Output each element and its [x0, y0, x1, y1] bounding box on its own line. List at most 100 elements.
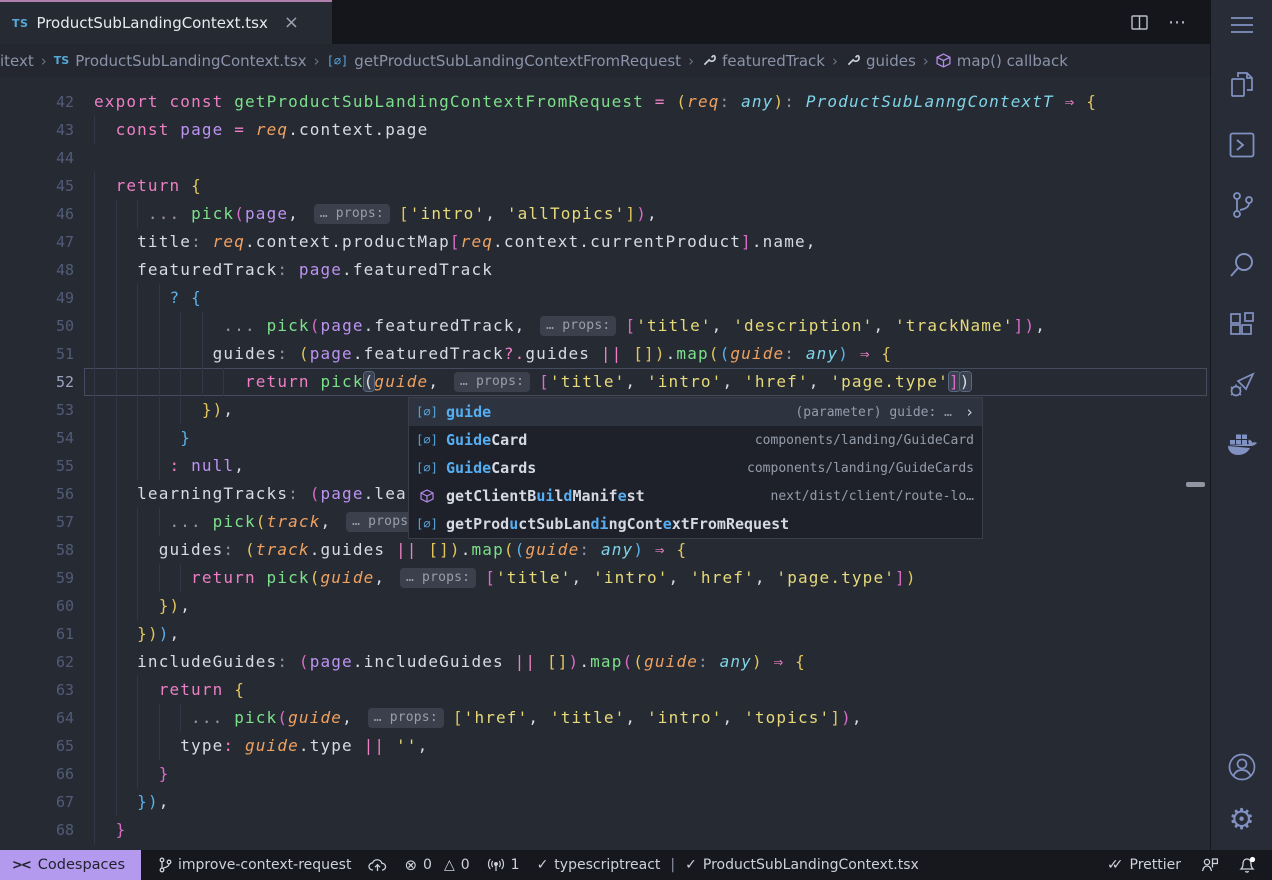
line-number: 58	[0, 536, 74, 564]
code-text: title: req.context.productMap[req.contex…	[94, 228, 817, 256]
code-line[interactable]: 44	[0, 144, 1210, 172]
code-line[interactable]: 51 guides: (page.featuredTrack?.guides |…	[0, 340, 1210, 368]
code-text: guides: (page.featuredTrack?.guides || […	[94, 340, 892, 368]
code-line[interactable]: 66 }	[0, 760, 1210, 788]
code-line[interactable]: 60 }),	[0, 592, 1210, 620]
code-text: featuredTrack: page.featuredTrack	[94, 256, 493, 284]
language-status[interactable]: ✓ typescriptreact | ✓ ProductSubLandingC…	[537, 857, 919, 873]
bell-icon[interactable]	[1238, 856, 1256, 874]
code-line[interactable]: 65 type: guide.type || '',	[0, 732, 1210, 760]
code-text: ... pick(track, … props:	[94, 508, 431, 536]
code-line[interactable]: 58 guides: (track.guides || []).map((gui…	[0, 536, 1210, 564]
code-text: return {	[94, 676, 245, 704]
suggest-item[interactable]: getClientBuildManifestnext/dist/client/r…	[409, 482, 982, 510]
feedback-icon[interactable]	[1201, 857, 1218, 873]
remote-indicator[interactable]: >< Codespaces	[0, 850, 141, 880]
inlay-hint: … props:	[454, 372, 530, 392]
suggest-label: GuideCard	[446, 431, 527, 449]
typescript-file-icon: TS	[12, 17, 28, 30]
line-number: 43	[0, 116, 74, 144]
code-line[interactable]: 43 const page = req.context.page	[0, 116, 1210, 144]
code-line[interactable]: 50 ... pick(page.featuredTrack, … props:…	[0, 312, 1210, 340]
line-number: 54	[0, 424, 74, 452]
line-number: 60	[0, 592, 74, 620]
code-text: ? {	[94, 284, 202, 312]
code-line[interactable]: 68 }	[0, 816, 1210, 844]
code-text: : null,	[94, 452, 245, 480]
run-debug-icon[interactable]	[1225, 368, 1259, 402]
code-text: return {	[94, 172, 202, 200]
chevron-right-icon[interactable]: ›	[965, 403, 974, 421]
suggest-widget: [∅]guide(parameter) guide: …›[∅]GuideCar…	[408, 397, 983, 539]
source-control-icon[interactable]	[1225, 188, 1259, 222]
line-number: 46	[0, 200, 74, 228]
menu-icon[interactable]	[1225, 8, 1259, 42]
code-line[interactable]: 67 }),	[0, 788, 1210, 816]
code-line[interactable]: 46 ... pick(page, … props:['intro', 'all…	[0, 200, 1210, 228]
split-editor-icon[interactable]	[1131, 15, 1148, 30]
code-text: learningTracks: (page.lea	[94, 480, 407, 508]
ports-status[interactable]: 1	[487, 857, 520, 873]
close-icon[interactable]: ×	[284, 14, 299, 32]
search-icon[interactable]	[1225, 248, 1259, 282]
warnings-icon: △	[444, 857, 455, 873]
inlay-hint: … props:	[540, 316, 616, 336]
breadcrumb-item[interactable]: itext	[0, 52, 34, 70]
code-line[interactable]: 52 return pick(guide, … props:['title', …	[0, 368, 1210, 396]
suggest-item[interactable]: [∅]getProductSubLandingContextFromReques…	[409, 510, 982, 538]
docker-icon[interactable]	[1225, 428, 1259, 462]
tab-active[interactable]: TS ProductSubLandingContext.tsx ×	[0, 0, 332, 44]
code-line[interactable]: 59 return pick(guide, … props:['title', …	[0, 564, 1210, 592]
scrollbar-thumb[interactable]	[1186, 482, 1205, 487]
line-number: 61	[0, 620, 74, 648]
suggest-detail: (parameter) guide: …	[795, 405, 952, 420]
line-number: 48	[0, 256, 74, 284]
suggest-item[interactable]: [∅]GuideCardscomponents/landing/GuideCar…	[409, 454, 982, 482]
codespaces-label: Codespaces	[38, 857, 125, 873]
code-text: return pick(guide, … props:['title', 'in…	[94, 368, 971, 396]
code-line[interactable]: 49 ? {	[0, 284, 1210, 312]
problems-status[interactable]: ⊗ 0 △ 0	[404, 856, 469, 874]
code-line[interactable]: 42export const getProductSubLandingConte…	[0, 88, 1210, 116]
suggest-label: guide	[446, 403, 491, 421]
code-line[interactable]: 63 return {	[0, 676, 1210, 704]
suggest-item[interactable]: [∅]GuideCardcomponents/landing/GuideCard	[409, 426, 982, 454]
code-text: export const getProductSubLandingContext…	[94, 88, 1097, 116]
code-line[interactable]: 47 title: req.context.productMap[req.con…	[0, 228, 1210, 256]
symbol-reference-icon: [∅]	[415, 517, 439, 531]
extensions-icon[interactable]	[1225, 308, 1259, 342]
inlay-hint: … props:	[314, 204, 390, 224]
code-line[interactable]: 64 ... pick(guide, … props:['href', 'tit…	[0, 704, 1210, 732]
formatter-status[interactable]: ✓✓ Prettier	[1107, 857, 1181, 873]
code-line[interactable]: 62 includeGuides: (page.includeGuides ||…	[0, 648, 1210, 676]
line-number: 49	[0, 284, 74, 312]
breadcrumb-item[interactable]: [∅] getProductSubLandingContextFromReque…	[327, 52, 681, 70]
breadcrumb-item[interactable]: featuredTrack	[701, 52, 825, 70]
code-line[interactable]: 48 featuredTrack: page.featuredTrack	[0, 256, 1210, 284]
symbol-reference-icon: [∅]	[415, 461, 439, 475]
code-line[interactable]: 61 })),	[0, 620, 1210, 648]
more-actions-icon[interactable]: ⋯	[1168, 12, 1188, 33]
explorer-icon[interactable]	[1225, 68, 1259, 102]
check-icon: ✓	[537, 857, 549, 873]
tab-bar: TS ProductSubLandingContext.tsx × ⋯	[0, 0, 1210, 44]
code-text: includeGuides: (page.includeGuides || []…	[94, 648, 806, 676]
breadcrumb-item[interactable]: map() callback	[936, 52, 1068, 70]
breadcrumb-item[interactable]: guides	[845, 52, 916, 70]
settings-gear-icon[interactable]: ⚙	[1225, 802, 1259, 836]
branch-status[interactable]: improve-context-request	[158, 857, 351, 873]
activity-bar: ⚙	[1210, 0, 1272, 850]
code-line[interactable]: 45 return {	[0, 172, 1210, 200]
suggest-item[interactable]: [∅]guide(parameter) guide: …›	[409, 398, 982, 426]
cube-icon	[415, 489, 439, 503]
account-icon[interactable]	[1225, 750, 1259, 784]
suggest-label: getClientBuildManifest	[446, 487, 645, 505]
sync-status[interactable]	[368, 858, 387, 872]
code-text: type: guide.type || '',	[94, 732, 428, 760]
terminal-icon[interactable]	[1225, 128, 1259, 162]
breadcrumb-item[interactable]: TS ProductSubLandingContext.tsx	[54, 52, 307, 70]
line-number: 45	[0, 172, 74, 200]
cloud-upload-icon	[368, 858, 387, 872]
line-number: 50	[0, 312, 74, 340]
code-text: }),	[94, 592, 191, 620]
